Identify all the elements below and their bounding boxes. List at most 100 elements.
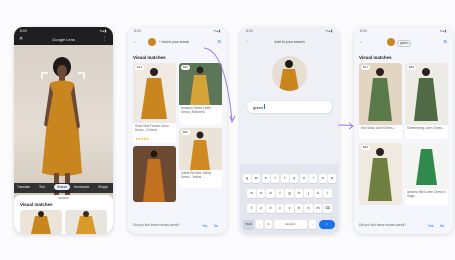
result-card[interactable]: Antonia Mini Linen Dress in Sage... [405,143,448,205]
chip-text[interactable]: Text [39,185,45,189]
add-to-search-label: Add to your search [161,40,190,44]
result-image: $44 [133,63,176,123]
result-image: $84 [359,143,402,205]
key-search[interactable]: ⌕ [319,220,335,229]
key-space[interactable]: English [274,220,307,229]
key-2-7[interactable]: m [313,204,323,213]
result-thumb[interactable] [20,210,62,234]
keyboard-suggestion-strip [240,166,339,172]
key-period[interactable]: . [309,220,316,229]
chip-shopping[interactable]: Shoppi [98,185,108,189]
key-2-8[interactable]: ⌫ [323,204,332,213]
key-symbols[interactable]: ?123 [243,220,254,229]
phone-lens-camera: 8:00 ▾▴▮ ✕ Google Lens ⋮ Translate Text … [14,27,113,234]
lens-mode-chips: Translate Text Search Homework Shoppi [14,183,113,193]
chip-homework[interactable]: Homework [74,185,89,189]
status-icons: ▾▴▮ [214,29,221,33]
key-0-3[interactable]: r [271,174,280,183]
key-comma[interactable]: , [256,220,263,229]
result-image [133,146,176,202]
key-2-3[interactable]: c [275,204,285,213]
keyboard: q w e r t y u i o p a s d f g h j k l ⇧ z x c v b n m ⌫ ?123 , ☺ En… [240,164,339,234]
google-g-icon[interactable]: G [443,39,447,44]
feedback-prompt: Did you find these results useful? [133,223,180,227]
key-0-1[interactable]: w [252,174,261,183]
mustard-dress-image [141,68,167,119]
key-1-6[interactable]: j [304,189,313,198]
key-1-4[interactable]: g [285,189,294,198]
results-sheet: Visual matches [14,195,113,234]
result-card[interactable]: $47 Esk Moss Linen Dress... [359,63,402,139]
chip-translate[interactable]: Translate [17,185,30,189]
status-time: 8:00 [134,29,141,33]
status-icons: ▾▴▮ [440,29,447,33]
chip-search[interactable]: Search [54,184,71,190]
key-1-0[interactable]: a [247,189,256,198]
sheet-handle[interactable] [58,197,69,199]
status-time: 8:00 [20,29,27,33]
search-header: ← green G [354,37,453,49]
key-1-2[interactable]: d [266,189,275,198]
result-image: $89 [179,63,222,105]
sage-dress-image [414,68,438,121]
key-1-5[interactable]: h [294,189,304,198]
result-card[interactable]: $44 Rose Mini French Linen Dress - V-Nec… [133,63,176,143]
key-2-1[interactable]: z [256,204,266,213]
rating-stars: ★★★★★ [135,137,149,141]
key-1-8[interactable]: l [323,189,332,198]
feedback-no-button[interactable]: No [214,224,218,228]
phone-visual-matches: 8:00 ▾▴▮ ← + Add to your search G Visual… [128,27,227,234]
key-0-2[interactable]: e [261,174,270,183]
result-card[interactable]: $89 Amazon Ochre Linen Dress | MIAmeru [179,63,222,125]
result-title: Esk Moss Linen Dress... [361,126,396,130]
result-card[interactable]: $84 [359,143,402,205]
price-badge: $96 [181,130,191,135]
more-icon[interactable]: ⋮ [102,36,107,42]
status-bar: 8:00 ▾▴▮ [128,27,227,36]
screenshot-stage: 8:00 ▾▴▮ ✕ Google Lens ⋮ Translate Text … [0,0,455,260]
key-0-5[interactable]: y [290,174,299,183]
price-badge: $69 [407,65,417,70]
key-0-9[interactable]: p [328,174,337,183]
key-0-7[interactable]: i [309,174,318,183]
price-badge: $89 [181,65,191,70]
key-1-3[interactable]: f [275,189,285,198]
dress-thumb-image [31,211,51,234]
query-image-thumb[interactable] [148,38,156,46]
feedback-yes-button[interactable]: Yes [428,224,433,228]
key-0-6[interactable]: u [299,174,308,183]
feedback-yes-button[interactable]: Yes [202,224,207,228]
key-2-6[interactable]: n [304,204,313,213]
key-2-4[interactable]: v [285,204,294,213]
price-badge: $44 [135,65,145,70]
key-0-0[interactable]: q [242,174,251,183]
google-g-icon[interactable]: G [217,39,221,44]
result-image: $69 [405,63,448,125]
query-chip[interactable]: green [397,39,412,47]
green-dress-image [368,68,392,121]
key-1-1[interactable]: s [256,189,266,198]
query-image-thumb[interactable] [387,38,395,46]
result-card[interactable] [133,146,176,202]
result-thumb[interactable] [65,210,107,234]
status-time: 8:00 [246,29,253,33]
add-to-search-button[interactable]: + Add to your search [159,40,189,44]
search-text-field[interactable]: green [247,101,332,113]
search-text-value: green [253,104,264,110]
result-card[interactable]: $96 Jubila Ruched Yellow Dress - Yellow.… [179,128,222,188]
result-title: Shimmering Linen Dress... [407,126,445,130]
key-2-0[interactable]: ⇧ [247,204,256,213]
key-0-4[interactable]: t [280,174,289,183]
back-icon[interactable]: ← [133,39,138,45]
key-0-8[interactable]: o [318,174,327,183]
feedback-no-button[interactable]: No [440,224,444,228]
key-2-2[interactable]: x [266,204,275,213]
key-2-5[interactable]: b [294,204,304,213]
result-image [405,143,448,189]
result-card[interactable]: $69 Shimmering Linen Dress... [405,63,448,139]
back-icon[interactable]: ← [359,39,364,45]
key-1-7[interactable]: k [313,189,323,198]
price-badge: $47 [361,65,371,70]
key-emoji[interactable]: ☺ [265,220,272,229]
result-image: $96 [179,128,222,170]
